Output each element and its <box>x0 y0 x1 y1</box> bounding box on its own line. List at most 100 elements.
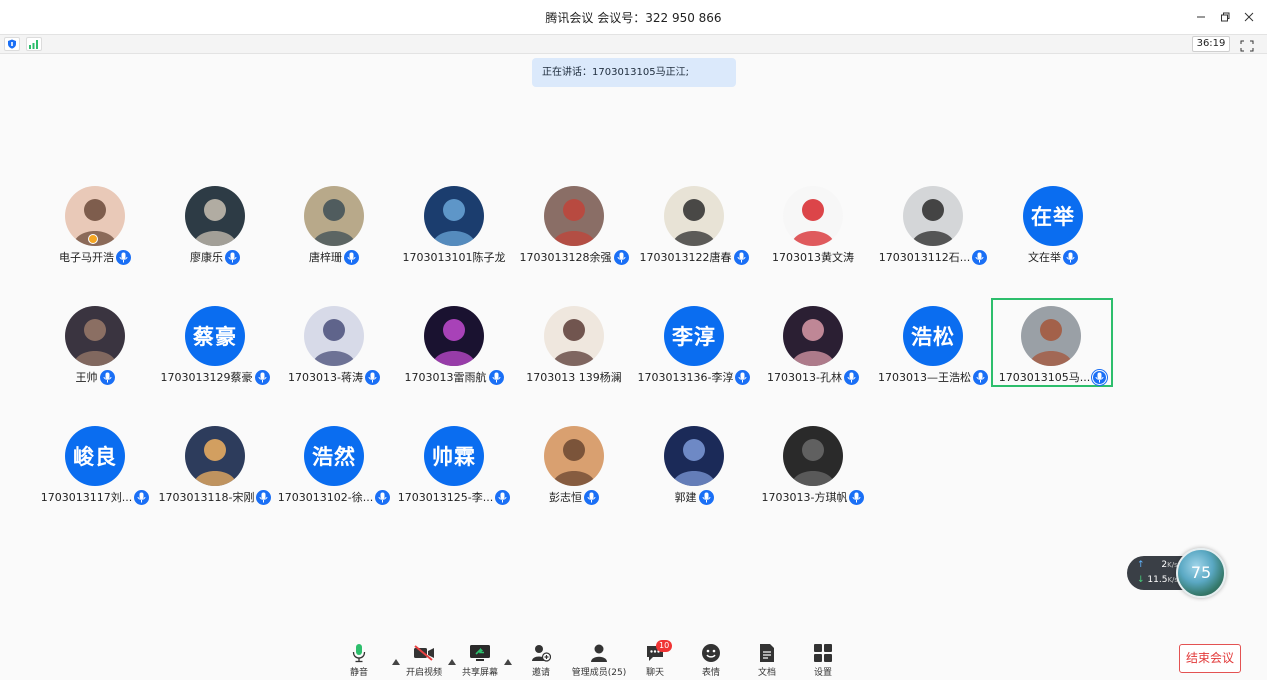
participant-tile[interactable]: 1703013122唐春 <box>634 180 754 270</box>
participant-tile[interactable]: 彭志恒 <box>514 420 634 510</box>
avatar-photo-icon <box>664 426 724 486</box>
participant-name: 1703013-方琪帆 <box>761 491 848 504</box>
participant-tile[interactable]: 1703013-蒋涛 <box>274 300 394 390</box>
manage-members-button[interactable]: 管理成员(25) <box>570 642 628 678</box>
participant-tile[interactable]: 电子马开浩 <box>35 180 155 270</box>
avatar-photo-icon <box>424 186 484 246</box>
invite-button[interactable]: 邀请 <box>528 642 554 678</box>
participant-tile[interactable]: 1703013112石... <box>873 180 993 270</box>
documents-button[interactable]: 文档 <box>754 642 780 678</box>
participant-tile[interactable]: 浩然 1703013102-徐... <box>274 420 394 510</box>
avatar-photo-icon <box>783 306 843 366</box>
participant-name-line: 郭建 <box>634 488 754 506</box>
download-speed: ↓ 11.5K/s <box>1137 575 1178 585</box>
participant-tile[interactable]: 李淳 1703013136-李淳 <box>634 300 754 390</box>
avatar <box>185 426 245 486</box>
end-meeting-button[interactable]: 结束会议 <box>1179 644 1241 673</box>
avatar-photo-icon <box>1021 306 1081 366</box>
fullscreen-icon <box>1240 40 1254 52</box>
participant-name: 1703013黄文涛 <box>772 251 854 264</box>
signal-button[interactable] <box>26 37 42 51</box>
caret-up-icon <box>392 659 400 665</box>
participant-tile[interactable]: 帅霖 1703013125-李... <box>394 420 514 510</box>
participant-tile[interactable]: 浩松 1703013—王浩松 <box>873 300 993 390</box>
avatar: 浩然 <box>304 426 364 486</box>
restore-icon <box>1221 12 1230 22</box>
invite-label: 邀请 <box>531 668 550 678</box>
participant-name: 1703013-孔林 <box>767 371 842 384</box>
avatar-photo-icon <box>544 186 604 246</box>
avatar: 李淳 <box>664 306 724 366</box>
performance-globe[interactable]: 75 <box>1176 548 1226 598</box>
participant-name-line: 电子马开浩 <box>35 248 155 266</box>
members-icon <box>591 644 607 662</box>
video-options-arrow[interactable] <box>448 650 456 665</box>
participant-name: 1703013118-宋刚 <box>158 491 255 504</box>
close-button[interactable] <box>1237 6 1261 28</box>
restore-button[interactable] <box>1213 6 1237 28</box>
minimize-button[interactable] <box>1189 6 1213 28</box>
settings-button[interactable]: 设置 <box>810 642 836 678</box>
participant-tile[interactable]: 蔡豪 1703013129蔡豪 <box>155 300 275 390</box>
avatar-photo-icon <box>185 186 245 246</box>
participant-name: 1703013 139杨澜 <box>526 371 622 384</box>
microphone-icon <box>352 643 366 662</box>
mic-status-icon <box>733 249 749 265</box>
participant-tile[interactable]: 郭建 <box>634 420 754 510</box>
share-label: 共享屏幕 <box>461 668 498 678</box>
avatar-photo-icon <box>783 426 843 486</box>
participant-tile[interactable]: 1703013105马... <box>991 298 1113 387</box>
start-video-button[interactable]: 开启视频 <box>404 642 444 678</box>
participant-tile[interactable]: 1703013118-宋刚 <box>155 420 275 510</box>
avatar <box>1021 306 1081 366</box>
documents-label: 文档 <box>757 668 776 678</box>
participant-name: 1703013105马... <box>998 371 1091 384</box>
avatar: 浩松 <box>903 306 963 366</box>
participant-tile[interactable]: 1703013雷雨航 <box>394 300 514 390</box>
speaking-banner: 正在讲话：1703013105马正江; <box>532 58 736 87</box>
participant-tile[interactable]: 在举 文在举 <box>993 180 1113 270</box>
minimize-icon <box>1197 16 1205 18</box>
participant-name-line: 1703013125-李... <box>394 488 514 506</box>
avatar-photo-icon <box>304 186 364 246</box>
upload-speed: ↑ 2K/s <box>1137 560 1178 570</box>
participant-name-line: 1703013 139杨澜 <box>514 368 634 386</box>
audio-options-arrow[interactable] <box>392 650 400 665</box>
participant-tile[interactable]: 1703013-孔林 <box>753 300 873 390</box>
participant-name-line: 1703013雷雨航 <box>394 368 514 386</box>
avatar-photo-icon <box>424 306 484 366</box>
participant-tile[interactable]: 峻良 1703013117刘... <box>35 420 155 510</box>
participant-tile[interactable]: 王帅 <box>35 300 155 390</box>
participant-name: 廖康乐 <box>190 251 223 264</box>
avatar <box>65 306 125 366</box>
mic-status-icon <box>495 489 511 505</box>
avatar <box>185 186 245 246</box>
participant-tile[interactable]: 1703013 139杨澜 <box>514 300 634 390</box>
participant-name: 1703013—王浩松 <box>878 371 971 384</box>
security-button[interactable] <box>4 37 20 51</box>
avatar <box>424 186 484 246</box>
mic-status-icon <box>1063 249 1078 265</box>
chat-button[interactable]: 10 聊天 <box>642 640 673 678</box>
mute-button[interactable]: 静音 <box>346 642 372 678</box>
participant-tile[interactable]: 廖康乐 <box>155 180 275 270</box>
participant-tile[interactable]: 1703013-方琪帆 <box>753 420 873 510</box>
participant-tile[interactable]: 1703013128余强 <box>514 180 634 270</box>
fullscreen-button[interactable] <box>1240 37 1256 52</box>
share-options-arrow[interactable] <box>504 650 512 665</box>
participant-name-line: 1703013黄文涛 <box>753 248 873 266</box>
participant-name: 1703013-蒋涛 <box>288 371 363 384</box>
reactions-button[interactable]: 表情 <box>698 642 724 678</box>
mic-status-icon <box>1092 369 1108 385</box>
avatar <box>664 186 724 246</box>
mic-status-icon <box>344 249 359 265</box>
mic-status-icon <box>134 489 150 505</box>
avatar <box>544 306 604 366</box>
participant-tile[interactable]: 1703013黄文涛 <box>753 180 873 270</box>
mic-status-icon <box>375 489 391 505</box>
participant-tile[interactable]: 唐梓珊 <box>274 180 394 270</box>
participant-name: 1703013雷雨航 <box>404 371 487 384</box>
participant-tile[interactable]: 1703013101陈子龙 <box>394 180 514 270</box>
share-screen-button[interactable]: 共享屏幕 <box>460 642 500 678</box>
avatar <box>304 186 364 246</box>
